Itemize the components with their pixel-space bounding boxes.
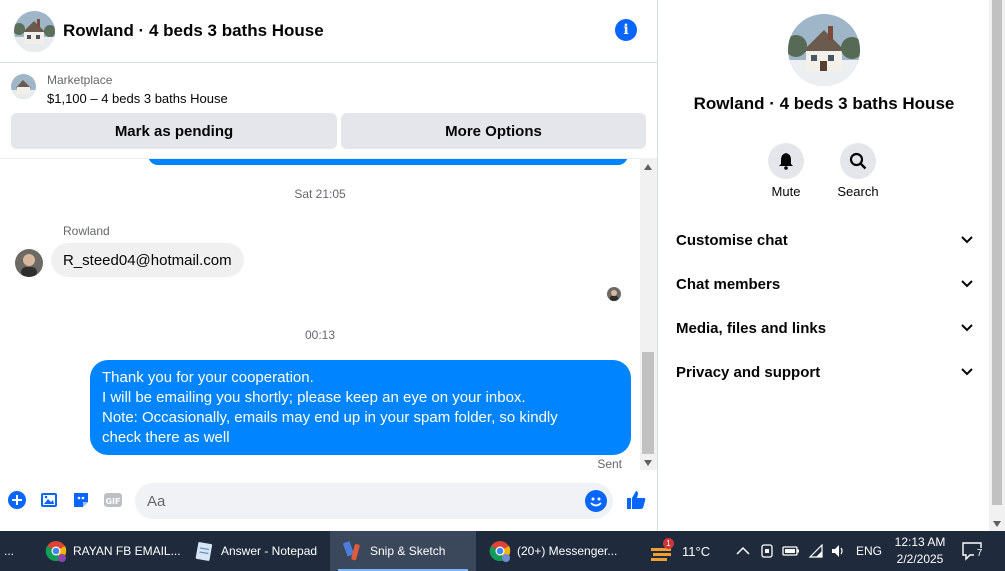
section-label: Media, files and links — [676, 319, 827, 337]
info-icon[interactable]: i — [615, 19, 637, 41]
temperature: 11°C — [682, 543, 711, 559]
snip-sketch-icon — [342, 540, 364, 562]
listing-thumbnail — [11, 74, 36, 99]
more-options-button[interactable]: More Options — [341, 113, 646, 149]
taskbar-app-chrome-email[interactable]: RAYAN FB EMAIL... — [38, 531, 180, 571]
taskbar-app-label: Snip & Sketch — [370, 544, 446, 558]
volume-icon[interactable] — [830, 544, 846, 558]
thumbs-up-icon[interactable] — [625, 489, 647, 511]
clock-date: 2/2/2025 — [896, 552, 944, 566]
message-line: Thank you for your cooperation. — [102, 369, 314, 386]
section-label: Chat members — [676, 275, 781, 293]
message-line: I will be emailing you shortly; please k… — [102, 389, 526, 406]
image-icon[interactable] — [39, 490, 59, 510]
composer: GIF Aa — [0, 480, 658, 522]
sticker-icon[interactable] — [71, 490, 91, 510]
mute-button[interactable]: Mute — [756, 143, 816, 199]
marketplace-label: Marketplace — [47, 73, 113, 87]
house-avatar-large[interactable] — [788, 14, 860, 86]
chrome-icon — [489, 540, 511, 562]
section-privacy-support[interactable]: Privacy and support — [676, 357, 973, 387]
meet-now-icon[interactable] — [760, 543, 774, 559]
weather-badge: 1 — [663, 538, 674, 549]
section-media-files-links[interactable]: Media, files and links — [676, 313, 973, 343]
notification-center-icon[interactable]: 7 — [962, 541, 985, 561]
taskbar-app-label: (20+) Messenger... — [517, 544, 618, 558]
section-label: Customise chat — [676, 231, 788, 249]
previous-message-bubble — [148, 159, 628, 165]
message-input[interactable]: Aa — [135, 483, 613, 519]
page-scrollbar[interactable] — [989, 0, 1005, 531]
emoji-icon[interactable] — [585, 490, 607, 512]
chat-header: Rowland · 4 beds 3 baths House i — [0, 0, 658, 63]
info-title: Rowland · 4 beds 3 baths House — [693, 94, 955, 113]
message-list: Sat 21:05 Rowland R_steed04@hotmail.com … — [0, 158, 640, 470]
wifi-icon[interactable] — [808, 544, 824, 558]
incoming-message[interactable]: R_steed04@hotmail.com — [51, 243, 244, 277]
timestamp: 00:13 — [304, 328, 336, 342]
taskbar-app-chrome-messenger[interactable]: (20+) Messenger... — [482, 531, 622, 571]
battery-icon[interactable] — [782, 545, 800, 557]
bell-icon[interactable] — [768, 143, 804, 179]
message-line: check there as well — [102, 429, 230, 446]
sender-name: Rowland — [63, 224, 110, 238]
outgoing-message[interactable]: Thank you for your cooperation. I will b… — [90, 360, 631, 455]
timestamp: Sat 21:05 — [294, 187, 346, 201]
system-tray-icons: ENG — [736, 531, 882, 571]
mute-label: Mute — [771, 184, 801, 199]
plus-icon[interactable] — [7, 490, 27, 510]
conversation-info-panel: Rowland · 4 beds 3 baths House Mute Sear… — [659, 0, 989, 531]
sent-status: Sent — [597, 457, 622, 470]
windows-taskbar: ... RAYAN FB EMAIL... Answer - Notepad S… — [0, 531, 1005, 571]
weather-icon: 1 — [649, 538, 674, 562]
message-line: Note: Occasionally, emails may end up in… — [102, 409, 558, 426]
notepad-icon — [193, 540, 215, 562]
section-chat-members[interactable]: Chat members — [676, 269, 973, 299]
chat-panel: Rowland · 4 beds 3 baths House i Marketp… — [0, 0, 658, 531]
chevron-down-icon — [961, 280, 973, 288]
marketplace-listing[interactable]: Marketplace $1,100 – 4 beds 3 baths Hous… — [0, 64, 658, 108]
search-icon[interactable] — [840, 143, 876, 179]
mark-as-pending-button[interactable]: Mark as pending — [11, 113, 337, 149]
notification-count: 7 — [974, 548, 985, 560]
section-customise-chat[interactable]: Customise chat — [676, 225, 973, 255]
chevron-down-icon — [961, 236, 973, 244]
clock[interactable]: 12:13 AM 2/2/2025 — [888, 534, 952, 568]
search-label: Search — [837, 184, 879, 199]
scroll-down-arrow-icon[interactable] — [644, 460, 652, 466]
taskbar-app-notepad[interactable]: Answer - Notepad — [186, 531, 326, 571]
sender-avatar[interactable] — [15, 249, 43, 277]
chevron-down-icon — [961, 324, 973, 332]
listing-price: $1,100 – 4 beds 3 baths House — [47, 91, 228, 106]
seen-indicator-avatar — [607, 287, 621, 301]
svg-text:GIF: GIF — [105, 497, 120, 506]
chevron-down-icon — [961, 368, 973, 376]
weather-widget[interactable]: 1 11°C — [649, 531, 710, 571]
taskbar-app-snip-sketch[interactable]: Snip & Sketch — [330, 531, 476, 571]
clock-time: 12:13 AM — [894, 535, 946, 549]
scroll-down-arrow-icon[interactable] — [993, 521, 1001, 527]
house-avatar[interactable] — [14, 10, 55, 52]
section-label: Privacy and support — [676, 363, 821, 381]
chrome-icon — [45, 540, 67, 562]
scroll-up-arrow-icon[interactable] — [644, 164, 652, 170]
message-scrollbar[interactable] — [640, 158, 657, 470]
taskbar-app-label: RAYAN FB EMAIL... — [73, 544, 180, 558]
app-window: Rowland · 4 beds 3 baths House i Marketp… — [0, 0, 1005, 571]
gif-icon[interactable]: GIF — [103, 490, 123, 510]
page-scroll-thumb[interactable] — [992, 0, 1002, 505]
language-indicator[interactable]: ENG — [856, 544, 882, 558]
taskbar-overflow[interactable]: ... — [0, 531, 26, 571]
message-input-placeholder: Aa — [147, 493, 166, 510]
scroll-thumb[interactable] — [642, 352, 654, 454]
chat-title[interactable]: Rowland · 4 beds 3 baths House — [63, 21, 324, 41]
chevron-up-icon[interactable] — [736, 546, 750, 556]
overflow-ellipsis-icon: ... — [4, 544, 15, 558]
search-button[interactable]: Search — [828, 143, 888, 199]
taskbar-app-label: Answer - Notepad — [221, 544, 318, 558]
